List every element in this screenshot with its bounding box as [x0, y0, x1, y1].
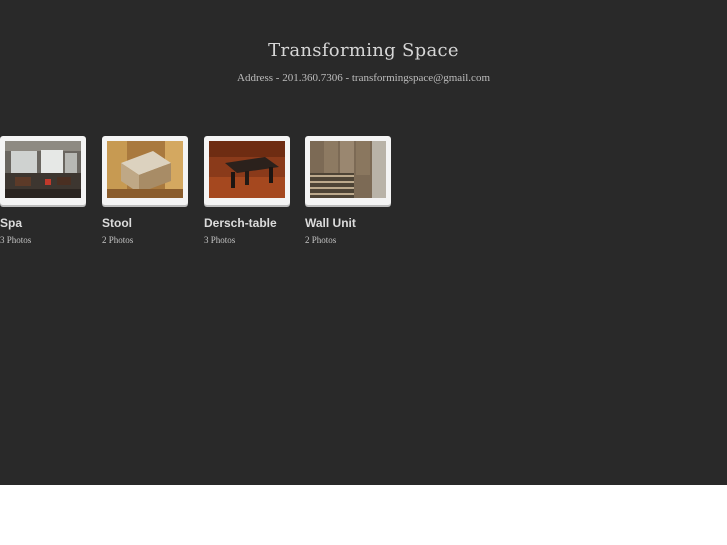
- page-background: Transforming Space Address - 201.360.730…: [0, 0, 727, 485]
- album-dersch-table[interactable]: Dersch-table 3 Photos: [204, 136, 294, 245]
- site-contact-line: Address - 201.360.7306 - transformingspa…: [237, 72, 490, 84]
- album-thumbnail[interactable]: [102, 136, 188, 205]
- album-photo-count: 3 Photos: [0, 235, 32, 245]
- album-thumbnail[interactable]: [305, 136, 391, 205]
- site-title: Transforming Space: [268, 40, 459, 61]
- wall-unit-photo: [310, 141, 386, 198]
- album-photo-count: 2 Photos: [305, 235, 337, 245]
- album-stool[interactable]: Stool 2 Photos: [102, 136, 192, 245]
- album-title[interactable]: Wall Unit: [305, 216, 356, 230]
- album-title[interactable]: Spa: [0, 216, 22, 230]
- album-thumbnail[interactable]: [204, 136, 290, 205]
- album-wall-unit[interactable]: Wall Unit 2 Photos: [305, 136, 395, 245]
- album-photo-count: 3 Photos: [204, 235, 236, 245]
- wooden-stool-photo: [107, 141, 183, 198]
- album-title[interactable]: Dersch-table: [204, 216, 277, 230]
- album-title[interactable]: Stool: [102, 216, 132, 230]
- album-spa[interactable]: Spa 3 Photos: [0, 136, 90, 245]
- spa-interior-photo: [5, 141, 81, 198]
- album-thumbnail[interactable]: [0, 136, 86, 205]
- table-photo: [209, 141, 285, 198]
- album-photo-count: 2 Photos: [102, 235, 134, 245]
